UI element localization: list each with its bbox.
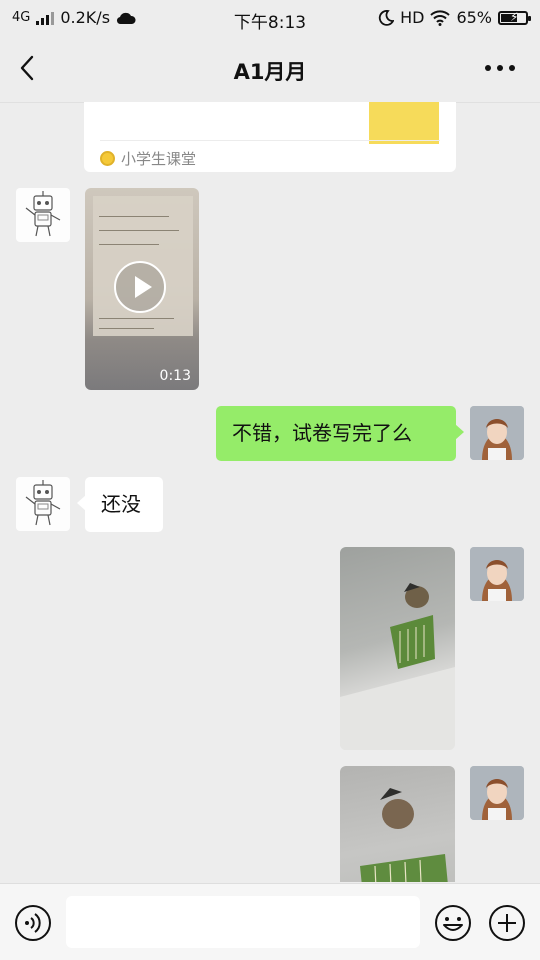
avatar-self[interactable] [470,406,524,460]
avatar-contact[interactable] [16,188,70,242]
link-card-source: 小学生课堂 [100,148,196,169]
avatar-self[interactable] [470,766,524,820]
bolt-icon: ⚡ [510,9,519,24]
message-bubble-in[interactable]: 还没 [77,477,163,532]
robot-avatar-icon [25,480,61,526]
user-avatar-icon [470,766,524,820]
hd-label: HD [400,8,425,27]
message-text: 还没 [101,492,141,516]
page-title: A1月月 [233,60,307,84]
video-duration: 0:13 [159,368,191,384]
nav-bar: A1月月 [0,36,540,103]
thumb-line [99,244,159,245]
user-avatar-icon [470,406,524,460]
battery-percent: 65% [456,8,492,27]
message-bubble-out[interactable]: 不错，试卷写完了么 [216,406,464,461]
mini-program-icon [100,151,115,166]
message-input[interactable] [66,896,420,948]
image-message[interactable] [340,547,455,750]
emoji-icon[interactable] [434,904,472,942]
wifi-icon [430,9,451,26]
status-right: HD 65% ⚡ [378,8,531,27]
link-card-source-label: 小学生课堂 [121,150,197,168]
input-bar [0,883,540,960]
link-card-thumbnail [369,102,439,144]
voice-icon[interactable] [14,904,52,942]
thumb-line [99,230,179,231]
video-message[interactable]: 0:13 [85,188,199,390]
avatar-self[interactable] [470,547,524,601]
link-card-message[interactable]: 小学生课堂 [84,102,456,172]
battery-charging-icon: ⚡ [498,9,531,25]
robot-avatar-icon [25,191,61,237]
image-message[interactable] [340,766,455,882]
message-list[interactable]: 小学生课堂 0:13 不错，试卷写完了么 还没 [0,102,540,882]
chat-screen: 4G 0.2K/s 下午8:13 HD 65% ⚡ A1月月 小学生课堂 0:1… [0,0,540,960]
image-content [360,788,448,882]
plus-icon[interactable] [488,904,526,942]
more-dots-icon[interactable] [480,54,520,82]
thumb-line [99,318,174,319]
play-icon[interactable] [114,261,166,313]
user-avatar-icon [470,547,524,601]
thumb-line [99,328,154,329]
link-card-divider [100,140,440,141]
thumb-line [99,216,169,217]
avatar-contact[interactable] [16,477,70,531]
moon-icon [378,9,395,26]
message-text: 不错，试卷写完了么 [232,421,412,445]
image-content [340,583,455,750]
status-bar: 4G 0.2K/s 下午8:13 HD 65% ⚡ [0,0,540,36]
